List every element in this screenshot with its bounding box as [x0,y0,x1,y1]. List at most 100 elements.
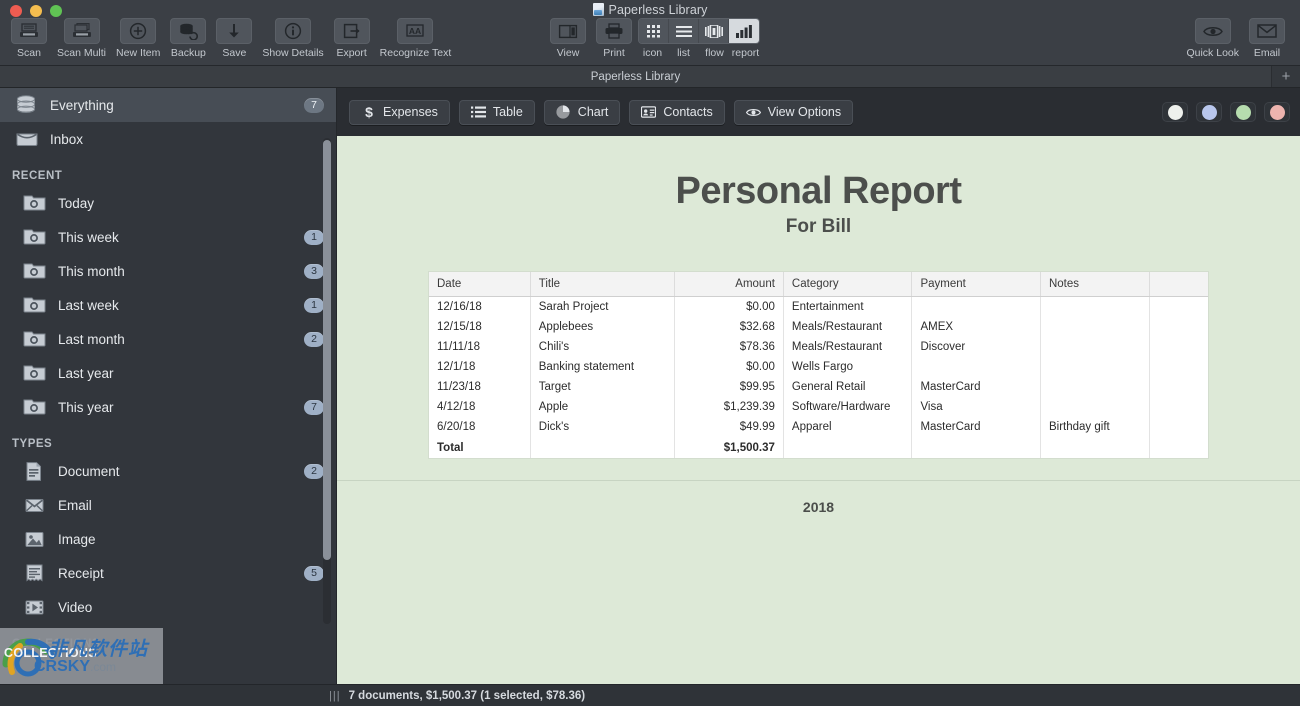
toolbar-view-button[interactable]: View [545,18,591,59]
column-header-amount[interactable]: Amount [674,271,784,298]
column-header-date[interactable]: Date [429,271,531,298]
sidebar-item-receipt[interactable]: Receipt 5 [0,556,336,590]
toolbar-scan-button[interactable]: Scan [6,18,52,59]
toolbar-print-button[interactable]: Print [591,18,637,59]
swatch-pink-button[interactable] [1264,102,1290,122]
toolbar-print-label: Print [603,47,625,59]
report-title: Personal Report [675,170,962,212]
table-row[interactable]: 12/1/18 Banking statement $0.00 Wells Fa… [429,357,1208,378]
contacts-button[interactable]: Contacts [629,99,725,125]
color-swatch-group [1162,102,1290,122]
view-mode-icon-button[interactable] [639,19,669,43]
sidebar-item-image-label: Image [58,531,96,547]
column-header-category[interactable]: Category [783,271,913,298]
cell-title: Sarah Project [530,296,675,318]
toolbar-quick-look-button[interactable]: Quick Look [1181,18,1244,59]
table-row[interactable]: 12/16/18 Sarah Project $0.00 Entertainme… [429,296,1208,318]
column-header-empty[interactable] [1149,271,1208,298]
sidebar-item-document[interactable]: Document 2 [0,454,336,488]
swatch-blue-button[interactable] [1196,102,1222,122]
cell-notes [1040,377,1151,398]
view-mode-list-label: list [677,47,690,59]
sidebar-item-this-year-badge: 7 [304,399,324,415]
smart-folder-icon [22,397,48,418]
toolbar-new-item-label: New Item [116,47,161,59]
sidebar-item-this-year[interactable]: This year 7 [0,390,336,424]
table-row[interactable]: 4/12/18 Apple $1,239.39 Software/Hardwar… [429,397,1208,418]
sidebar-item-last-year[interactable]: Last year [0,356,336,390]
column-header-payment[interactable]: Payment [911,271,1041,298]
sidebar-item-last-month-label: Last month [58,331,125,347]
table-row[interactable]: 12/15/18 Applebees $32.68 Meals/Restaura… [429,317,1208,338]
table-row[interactable]: 11/23/18 Target $99.95 General Retail Ma… [429,377,1208,398]
sidebar-item-last-week[interactable]: Last week 1 [0,288,336,322]
toolbar-export-button[interactable]: Export [329,18,375,59]
table-button-label: Table [492,105,523,119]
swatch-green-button[interactable] [1230,102,1256,122]
sidebar-scroll-area: Everything 7 Inbox RECENT Today This wee… [0,88,336,684]
view-options-button[interactable]: View Options [733,99,854,125]
toolbar-save-button[interactable]: Save [211,18,257,59]
tab-label: Paperless Library [590,70,681,83]
plus-circle-icon [120,18,157,44]
total-notes-empty [1040,437,1151,459]
report-year-band: 2018 [337,480,1300,515]
sidebar-section-types-header: TYPES [12,438,53,450]
svg-text:AA: AA [409,26,421,36]
sidebar-item-last-month-badge: 2 [304,331,324,347]
new-tab-button[interactable]: + [1272,66,1300,87]
toolbar-scan-multi-label: Scan Multi [57,47,107,59]
app-window: Paperless Library Scan Scan Multi New It… [0,0,1300,706]
toolbar-new-item-button[interactable]: New Item [111,18,165,59]
toolbar-email-button[interactable]: Email [1244,18,1290,59]
content-area: $ Expenses Table Chart Contacts View Opt… [337,88,1300,684]
sidebar-item-today[interactable]: Today [0,186,336,220]
sidebar-item-everything[interactable]: Everything 7 [0,88,336,122]
scanner-multi-icon [63,18,100,44]
tab-paperless-library[interactable]: Paperless Library [0,66,1272,87]
sidebar-item-this-month-badge: 3 [304,263,324,279]
column-header-title[interactable]: Title [530,271,675,298]
cell-amount: $99.95 [674,377,784,398]
toolbar-show-details-button[interactable]: Show Details [257,18,328,59]
sidebar-item-this-month[interactable]: This month 3 [0,254,336,288]
sidebar-item-last-month[interactable]: Last month 2 [0,322,336,356]
cell-notes [1040,317,1151,338]
report-scroll-area[interactable]: Personal Report For Bill Date Title Amou… [337,136,1300,684]
table-row[interactable]: 11/11/18 Chili's $78.36 Meals/Restaurant… [429,337,1208,358]
chart-button-label: Chart [577,105,609,119]
view-mode-flow-button[interactable] [699,19,729,43]
sidebar-item-image[interactable]: Image [0,522,336,556]
table-row[interactable]: 6/20/18 Dick's $49.99 Apparel MasterCard… [429,417,1208,438]
sidebar-item-this-week[interactable]: This week 1 [0,220,336,254]
sidebar-item-email[interactable]: Email [0,488,336,522]
cell-title: Chili's [530,337,675,358]
cell-empty [1150,337,1208,357]
cell-payment: AMEX [911,317,1041,338]
chart-button[interactable]: Chart [543,99,621,125]
swatch-white-button[interactable] [1162,102,1188,122]
cell-notes [1040,337,1151,358]
cell-date: 4/12/18 [429,397,531,418]
expenses-button[interactable]: $ Expenses [349,99,450,125]
status-bar: ||| 7 documents, $1,500.37 (1 selected, … [0,684,1300,706]
new-tab-label: + [1281,68,1291,85]
pie-chart-icon [556,105,571,119]
column-header-notes[interactable]: Notes [1040,271,1151,298]
sidebar-scrollbar-thumb[interactable] [323,140,331,560]
toolbar-show-details-label: Show Details [262,47,324,59]
scanner-icon [11,18,47,44]
table-button[interactable]: Table [458,99,535,125]
toolbar-view-label: View [556,47,580,59]
view-mode-report-button[interactable] [729,19,759,43]
list-rows-icon [470,105,486,119]
toolbar-recognize-text-button[interactable]: AA Recognize Text [375,18,457,59]
sidebar-item-inbox[interactable]: Inbox [0,122,336,156]
toolbar-backup-button[interactable]: Backup [165,18,211,59]
sidebar-item-this-week-label: This week [58,229,119,245]
smart-folder-icon [22,329,48,350]
eye-icon [1194,18,1231,44]
toolbar-scan-multi-button[interactable]: Scan Multi [52,18,111,59]
view-mode-list-button[interactable] [669,19,699,43]
sidebar-item-video[interactable]: Video [0,590,336,624]
